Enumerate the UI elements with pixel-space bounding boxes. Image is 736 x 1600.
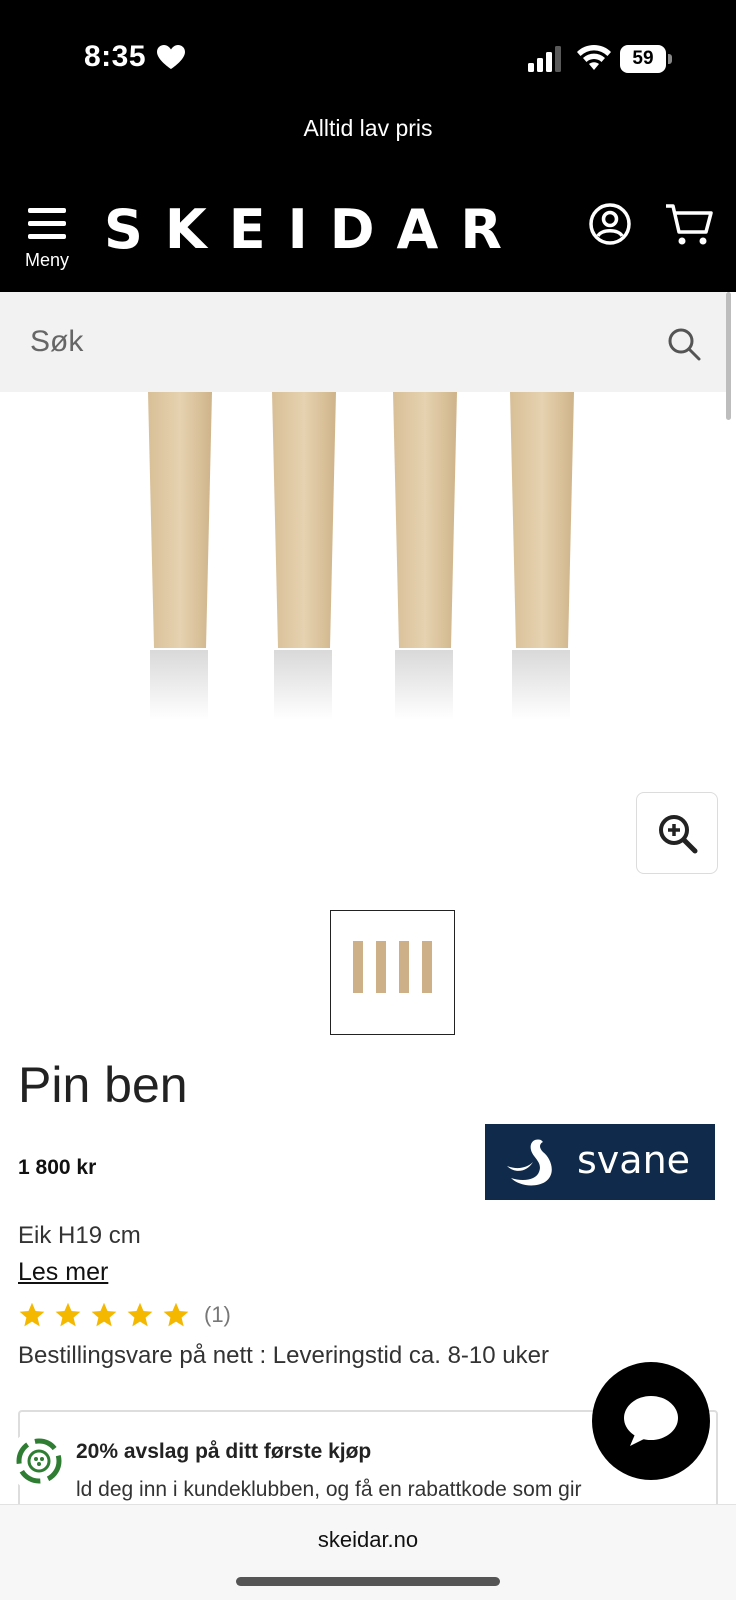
hamburger-icon (28, 208, 66, 240)
star-icon (55, 1302, 81, 1327)
thumbnail-image (353, 941, 432, 993)
skeidar-logo[interactable]: SKEIDAR (104, 198, 524, 261)
rating-stars[interactable]: (1) (18, 1300, 231, 1330)
product-price: 1 800 kr (18, 1156, 97, 1179)
browser-bar: skeidar.no (0, 1504, 736, 1600)
delivery-info: Bestillingsvare på nett : Leveringstid c… (18, 1342, 549, 1369)
product-thumbnail[interactable] (330, 910, 455, 1035)
swan-icon (507, 1139, 552, 1186)
read-more-link[interactable]: Les mer (18, 1258, 108, 1287)
star-icon (19, 1302, 45, 1327)
menu-label: Meny (24, 250, 69, 270)
battery-icon: 59 (620, 45, 672, 73)
search-input[interactable] (30, 318, 630, 366)
zoom-in-icon (659, 815, 698, 854)
club-title: 20% avslag på ditt første kjøp (76, 1440, 372, 1463)
club-text: ld deg inn i kundeklubben, og få en raba… (76, 1478, 582, 1501)
url-text[interactable]: skeidar.no (0, 1527, 736, 1553)
site-header: Meny SKEIDAR (0, 180, 736, 292)
star-icon (163, 1302, 189, 1327)
club-badge[interactable] (8, 1430, 70, 1492)
zoom-button[interactable] (636, 792, 718, 874)
promo-banner: Alltid lav pris (0, 100, 736, 180)
leg-4 (510, 392, 574, 720)
cart-icon[interactable] (664, 202, 714, 246)
signal-icon (528, 46, 561, 72)
review-count[interactable]: (1) (204, 1302, 231, 1328)
menu-button[interactable]: Meny (18, 202, 76, 270)
wifi-icon (577, 44, 611, 70)
scrollbar[interactable] (726, 292, 731, 420)
product-title: Pin ben (18, 1057, 188, 1113)
status-time: 8:35 (84, 40, 147, 73)
leg-3 (393, 392, 457, 720)
star-icon (127, 1302, 153, 1327)
battery-cap (668, 54, 672, 64)
heart-icon (157, 45, 185, 69)
brand-name: svane (577, 1138, 691, 1182)
product-image[interactable] (120, 392, 600, 732)
chat-bubble-icon (624, 1396, 678, 1446)
search-icon[interactable] (666, 326, 702, 362)
battery-level: 59 (620, 45, 666, 73)
leg-2 (272, 392, 336, 720)
search-bar (0, 292, 726, 392)
leg-1 (148, 392, 212, 720)
recycle-badge-icon (16, 1438, 62, 1484)
home-indicator[interactable] (236, 1577, 500, 1586)
star-icon (91, 1302, 117, 1327)
chat-button[interactable] (592, 1362, 710, 1480)
account-icon[interactable] (588, 202, 632, 246)
status-bar: 8:35 59 (0, 0, 736, 100)
product-variant: Eik H19 cm (18, 1222, 141, 1249)
svane-brand-logo[interactable]: svane (485, 1124, 715, 1200)
